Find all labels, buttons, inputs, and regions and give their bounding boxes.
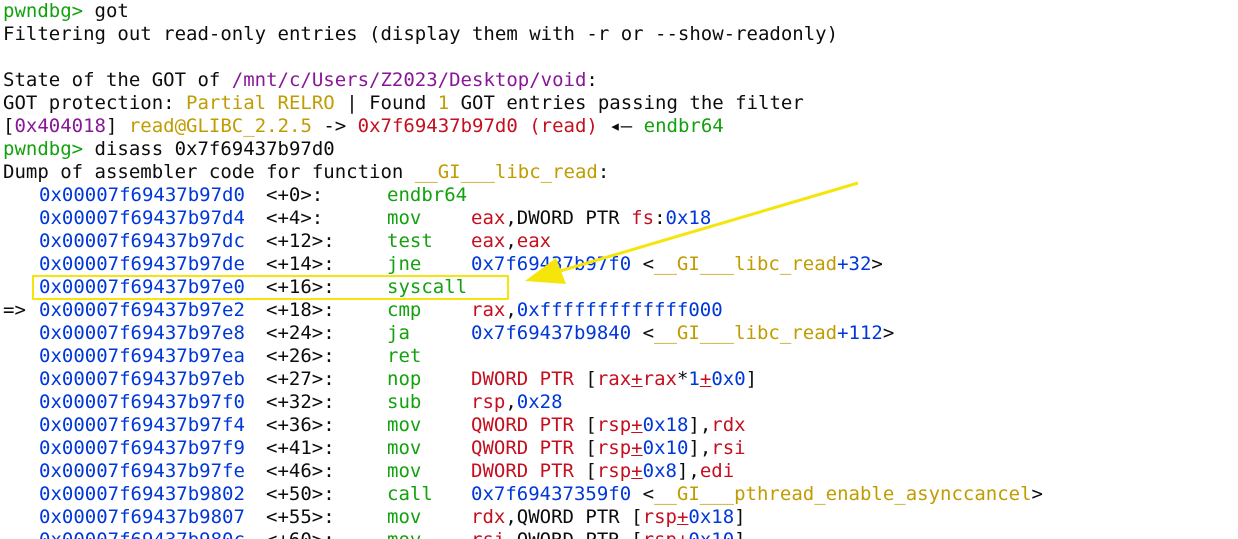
terminal-window[interactable]: pwndbg> got Filtering out read-only entr… [0,0,1238,539]
annotation-arrow-icon [525,181,859,284]
